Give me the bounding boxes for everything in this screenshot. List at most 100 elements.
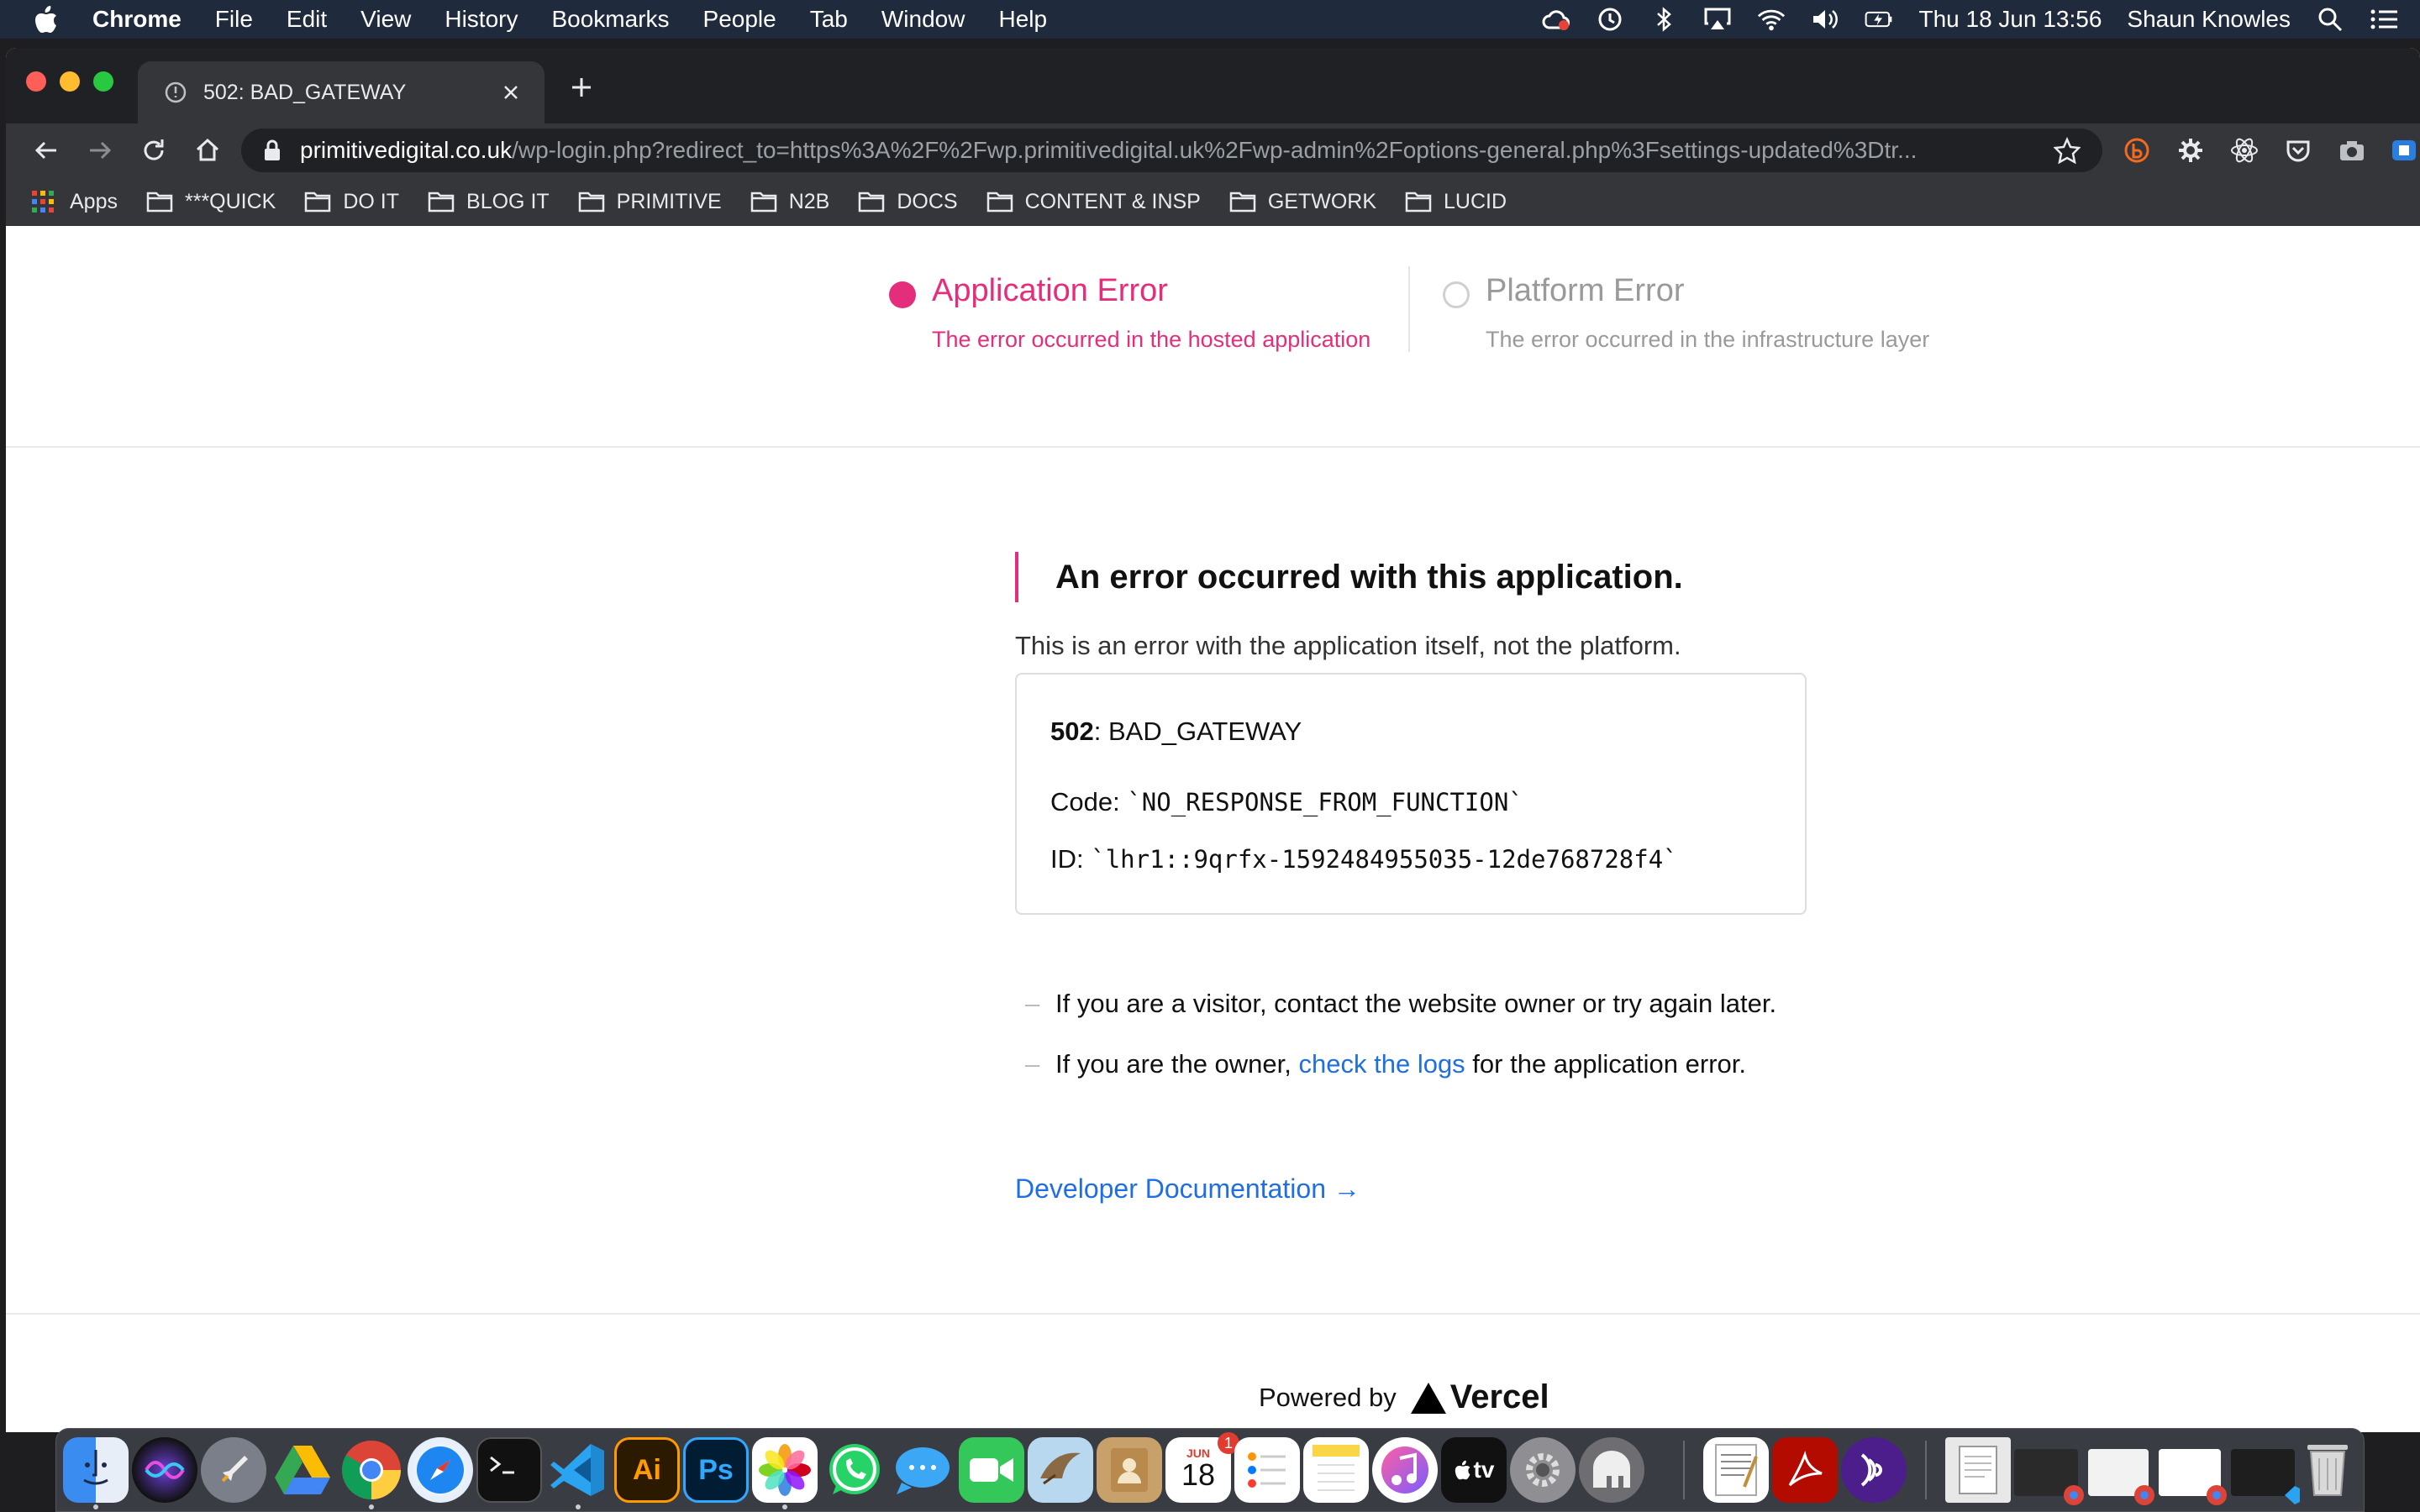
bookmark-label: LUCID xyxy=(1444,189,1507,213)
itunes-music-icon[interactable] xyxy=(1372,1437,1438,1503)
home-icon[interactable] xyxy=(191,134,224,167)
textedit-icon[interactable] xyxy=(1703,1437,1769,1503)
bookmark-folder-do-it[interactable]: DO IT xyxy=(304,190,399,214)
extension-camera-icon[interactable] xyxy=(2337,135,2367,165)
dock-separator xyxy=(1925,1441,1927,1499)
notification-center-icon[interactable] xyxy=(2370,5,2398,34)
bluetooth-icon[interactable] xyxy=(1649,5,1678,34)
bookmark-star-icon[interactable] xyxy=(2052,135,2082,165)
menu-view[interactable]: View xyxy=(360,6,411,33)
wifi-icon[interactable] xyxy=(1757,5,1786,34)
extension-blue-icon[interactable] xyxy=(2389,135,2419,165)
whatsapp-icon[interactable] xyxy=(821,1437,886,1503)
menu-file[interactable]: File xyxy=(215,6,253,33)
bookmark-label: DOCS xyxy=(897,189,958,213)
reminders-icon[interactable] xyxy=(1234,1437,1300,1503)
selected-radio-dot-icon xyxy=(889,281,916,308)
menu-bar-user[interactable]: Shaun Knowles xyxy=(2127,6,2291,33)
photos-icon[interactable] xyxy=(752,1437,818,1503)
bookmark-folder-blog-it[interactable]: BLOG IT xyxy=(428,190,550,214)
vscode-icon[interactable] xyxy=(545,1437,611,1503)
developer-documentation-link[interactable]: Developer Documentation → xyxy=(1015,1173,1360,1205)
contacts-icon[interactable] xyxy=(1097,1437,1162,1503)
window-minimize-button[interactable] xyxy=(60,71,80,92)
apple-menu-icon[interactable] xyxy=(34,5,59,34)
bookmark-folder-content-insp[interactable]: CONTENT & INSP xyxy=(986,190,1201,214)
safari-icon[interactable] xyxy=(408,1437,473,1503)
chrome-icon[interactable] xyxy=(339,1437,404,1503)
bookmark-label: N2B xyxy=(788,189,830,213)
tab-close-icon[interactable] xyxy=(499,81,523,104)
facetime-icon[interactable] xyxy=(959,1437,1024,1503)
menu-edit[interactable]: Edit xyxy=(287,6,327,33)
powered-by[interactable]: Powered by Vercel xyxy=(1259,1378,1549,1416)
window-close-button[interactable] xyxy=(26,71,46,92)
address-bar[interactable]: primitivedigital.co.uk/wp-login.php?redi… xyxy=(241,129,2102,172)
trash-icon[interactable] xyxy=(2295,1437,2360,1503)
messages-icon[interactable] xyxy=(890,1437,955,1503)
photoshop-icon[interactable]: Ps xyxy=(683,1437,749,1503)
illustrator-icon[interactable]: Ai xyxy=(614,1437,680,1503)
bookmark-label: GETWORK xyxy=(1267,189,1377,213)
terminal-icon[interactable] xyxy=(476,1437,542,1503)
back-arrow-icon[interactable] xyxy=(29,134,63,167)
battery-charging-icon[interactable] xyxy=(1865,5,1893,34)
dock-separator xyxy=(1683,1441,1685,1499)
minimized-window-thumbnail[interactable] xyxy=(2159,1449,2227,1505)
volume-icon[interactable] xyxy=(1811,5,1839,34)
menu-app-name[interactable]: Chrome xyxy=(92,6,182,33)
bookmark-folder-n2b[interactable]: N2B xyxy=(750,189,830,214)
menu-history[interactable]: History xyxy=(445,6,518,33)
minimized-window-thumbnail[interactable] xyxy=(2231,1449,2300,1504)
error-lead-text: This is an error with the application it… xyxy=(1015,631,1681,660)
google-drive-icon[interactable] xyxy=(270,1437,335,1503)
bookmark-folder-quick[interactable]: ***QUICK xyxy=(146,190,276,214)
menu-help[interactable]: Help xyxy=(998,6,1047,33)
forward-arrow-icon[interactable] xyxy=(83,134,117,167)
creative-cloud-icon[interactable] xyxy=(1542,5,1570,34)
url-text[interactable]: primitivedigital.co.uk/wp-login.php?redi… xyxy=(300,137,2052,164)
notes-icon[interactable] xyxy=(1303,1437,1369,1503)
spotlight-search-icon[interactable] xyxy=(2316,5,2344,34)
minimized-window-thumbnail[interactable] xyxy=(2088,1449,2154,1505)
apps-grid-icon xyxy=(31,191,58,213)
menu-tab[interactable]: Tab xyxy=(810,6,848,33)
downloads-stack-icon[interactable] xyxy=(1945,1437,2011,1503)
unselected-radio-dot-icon xyxy=(1443,281,1470,308)
airplay-icon[interactable] xyxy=(1703,5,1732,34)
finder-icon[interactable] xyxy=(63,1437,129,1503)
minimized-window-thumbnail[interactable] xyxy=(2014,1449,2084,1505)
calendar-day: 18 xyxy=(1181,1457,1216,1492)
check-logs-link[interactable]: check the logs xyxy=(1299,1049,1465,1079)
error-id-label: ID: xyxy=(1050,844,1092,874)
menu-bookmarks[interactable]: Bookmarks xyxy=(551,6,669,33)
bookmark-folder-lucid[interactable]: LUCID xyxy=(1405,190,1507,214)
siri-icon[interactable] xyxy=(132,1437,197,1503)
bookmark-folder-primitive[interactable]: PRIMITIVE xyxy=(578,190,722,214)
extension-b-icon[interactable] xyxy=(2122,135,2152,165)
new-tab-plus-icon[interactable] xyxy=(567,73,596,102)
podcast-app-icon[interactable] xyxy=(1841,1437,1907,1503)
active-tab[interactable]: 502: BAD_GATEWAY xyxy=(138,61,544,123)
bookmark-folder-docs[interactable]: DOCS xyxy=(858,189,958,214)
lock-icon[interactable] xyxy=(263,139,283,162)
extension-gear-icon[interactable] xyxy=(2175,135,2206,165)
menu-window[interactable]: Window xyxy=(881,6,965,33)
bookmark-label: DO IT xyxy=(343,189,400,213)
bookmark-apps[interactable]: Apps xyxy=(31,190,118,214)
time-machine-icon[interactable] xyxy=(1596,5,1624,34)
photos-running-dot xyxy=(782,1504,787,1509)
bookmark-folder-getwork[interactable]: GETWORK xyxy=(1229,190,1376,214)
mail-bird-icon[interactable] xyxy=(1028,1437,1093,1503)
system-preferences-icon[interactable] xyxy=(1510,1437,1576,1503)
sequel-pro-elephant-icon[interactable] xyxy=(1579,1437,1644,1503)
extension-pocket-icon[interactable] xyxy=(2283,135,2313,165)
menu-bar-clock[interactable]: Thu 18 Jun 13:56 xyxy=(1918,6,2102,33)
menu-people[interactable]: People xyxy=(703,6,776,33)
extension-react-icon[interactable] xyxy=(2229,135,2260,165)
apple-tv-icon[interactable]: tv xyxy=(1441,1437,1507,1503)
window-zoom-button[interactable] xyxy=(93,71,113,92)
reload-icon[interactable] xyxy=(137,134,171,167)
acrobat-icon[interactable] xyxy=(1772,1437,1838,1503)
launchpad-icon[interactable] xyxy=(201,1437,266,1503)
